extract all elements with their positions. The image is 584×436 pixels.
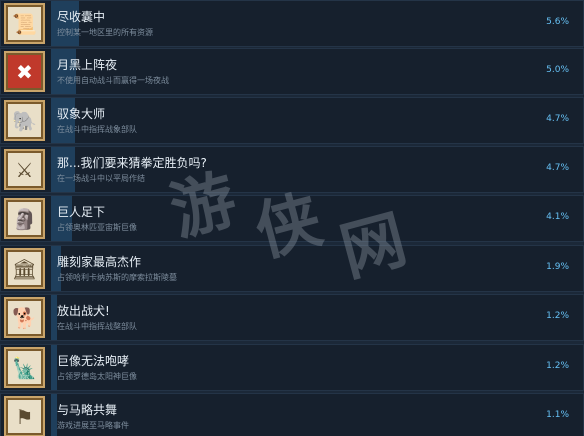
unlock-percentage: 1.9% [546,262,569,272]
unlock-percentage: 4.7% [546,114,569,124]
achievement-text: 驭象大师在战斗中指挥战象部队 [57,107,137,135]
achievement-description: 在战斗中指挥战獒部队 [57,322,137,331]
achievement-title: 放出战犬! [57,304,110,318]
marius-icon-glyph: ⚑ [8,400,41,433]
achievement-text: 放出战犬! 在战斗中指挥战獒部队 [57,304,137,332]
unlock-percentage: 1.2% [546,361,569,371]
achievement-text: 巨像无法咆哮占领罗德岛太阳神巨像 [57,354,137,382]
temple-icon: 🏛 [4,248,45,289]
achievement-title: 巨像无法咆哮 [57,354,130,368]
crossed-moon-icon: ✖ [4,51,45,92]
achievement-row[interactable]: 🏛 雕刻家最高杰作占领哈利卡纳苏斯的摩索拉斯陵墓 1.9% [0,245,584,292]
unlock-percentage: 4.1% [546,212,569,222]
achievement-row[interactable]: 📜 尽收囊中控制某一地区里的所有资源 5.6% [0,0,584,47]
achievement-description: 占领罗德岛太阳神巨像 [57,372,137,381]
colossus-icon-glyph: 🗽 [8,351,41,384]
achievement-title: 巨人足下 [57,205,106,219]
achievement-text: 巨人足下占领奥林匹亚宙斯巨像 [57,205,137,233]
achievement-row[interactable]: ⚑ 与马略共舞游戏进展至马略事件 1.1% [0,393,584,436]
achievement-description: 在一场战斗中以平局作结 [57,174,145,183]
crossed-swords-icon-glyph: ⚔ [8,153,41,186]
unlock-percentage: 1.2% [546,311,569,321]
scroll-icon: 📜 [4,3,45,44]
achievement-row[interactable]: 🐘 驭象大师在战斗中指挥战象部队 4.7% [0,97,584,144]
achievement-row[interactable]: ⚔ 那...我们要来猜拳定胜负吗? 在一场战斗中以平局作结 4.7% [0,146,584,193]
achievement-text: 与马略共舞游戏进展至马略事件 [57,403,129,431]
achievement-text: 雕刻家最高杰作占领哈利卡纳苏斯的摩索拉斯陵墓 [57,255,177,283]
achievement-description: 占领哈利卡纳苏斯的摩索拉斯陵墓 [57,273,177,282]
achievement-text: 那...我们要来猜拳定胜负吗? 在一场战斗中以平局作结 [57,156,207,184]
unlock-percentage: 5.6% [546,17,569,27]
elephant-icon: 🐘 [4,100,45,141]
marius-icon: ⚑ [4,396,45,436]
achievement-title: 那...我们要来猜拳定胜负吗? [57,156,207,170]
achievement-title: 与马略共舞 [57,403,118,417]
achievement-list: 📜 尽收囊中控制某一地区里的所有资源 5.6% ✖ 月黑上阵夜不使用自动战斗而赢得一场夜… [0,0,584,436]
achievement-description: 占领奥林匹亚宙斯巨像 [57,223,137,232]
achievement-row[interactable]: 🗽 巨像无法咆哮占领罗德岛太阳神巨像 1.2% [0,344,584,391]
elephant-icon-glyph: 🐘 [8,104,41,137]
achievement-title: 尽收囊中 [57,10,106,24]
achievement-row[interactable]: 🐕 放出战犬! 在战斗中指挥战獒部队 1.2% [0,294,584,341]
achievement-title: 月黑上阵夜 [57,58,118,72]
unlock-percentage: 4.7% [546,163,569,173]
achievement-title: 驭象大师 [57,107,106,121]
unlock-percentage: 1.1% [546,410,569,420]
achievement-description: 不使用自动战斗而赢得一场夜战 [57,76,169,85]
scroll-icon-glyph: 📜 [8,7,41,40]
colossus-icon: 🗽 [4,347,45,388]
achievement-description: 控制某一地区里的所有资源 [57,28,153,37]
temple-icon-glyph: 🏛 [8,252,41,285]
crossed-swords-icon: ⚔ [4,149,45,190]
achievement-row[interactable]: ✖ 月黑上阵夜不使用自动战斗而赢得一场夜战 5.0% [0,48,584,95]
war-dog-icon: 🐕 [4,297,45,338]
war-dog-icon-glyph: 🐕 [8,301,41,334]
achievement-title: 雕刻家最高杰作 [57,255,142,269]
crossed-moon-icon-glyph: ✖ [8,55,41,88]
achievement-description: 在战斗中指挥战象部队 [57,125,137,134]
achievement-row[interactable]: 🗿 巨人足下占领奥林匹亚宙斯巨像 4.1% [0,195,584,242]
statue-icon: 🗿 [4,198,45,239]
statue-icon-glyph: 🗿 [8,202,41,235]
unlock-percentage: 5.0% [546,65,569,75]
achievement-text: 尽收囊中控制某一地区里的所有资源 [57,10,153,38]
achievement-description: 游戏进展至马略事件 [57,421,129,430]
achievement-text: 月黑上阵夜不使用自动战斗而赢得一场夜战 [57,58,169,86]
